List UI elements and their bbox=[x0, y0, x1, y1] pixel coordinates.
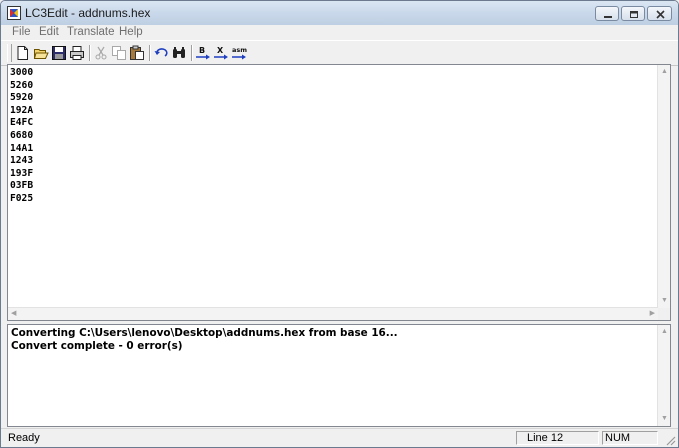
code-line: 193F bbox=[10, 167, 34, 179]
copy-icon bbox=[112, 46, 126, 60]
convert-hex-button[interactable]: X bbox=[212, 44, 230, 62]
cut-button[interactable] bbox=[92, 44, 110, 62]
output-text: Converting C:\Users\lenovo\Desktop\addnu… bbox=[11, 327, 398, 353]
restore-icon bbox=[630, 11, 638, 18]
status-bar: Ready Line 12 NUM bbox=[1, 428, 678, 447]
scroll-left-icon[interactable]: ◀ bbox=[11, 310, 16, 318]
undo-icon bbox=[154, 48, 168, 57]
status-line-number: Line 12 bbox=[516, 431, 599, 445]
editor-vertical-scrollbar[interactable]: ▲ ▼ bbox=[657, 65, 670, 308]
code-line: E4FC bbox=[10, 117, 34, 129]
save-button[interactable] bbox=[50, 44, 68, 62]
scroll-down-icon[interactable]: ▼ bbox=[661, 415, 668, 423]
menu-edit[interactable]: Edit bbox=[39, 26, 59, 38]
new-file-button[interactable] bbox=[14, 44, 32, 62]
convert-binary-button[interactable]: B bbox=[194, 44, 212, 62]
toolbar-grip[interactable] bbox=[7, 44, 12, 62]
title-bar[interactable]: LC3Edit - addnums.hex bbox=[1, 1, 678, 26]
output-line: Convert complete - 0 error(s) bbox=[11, 340, 183, 352]
asm-label: asm bbox=[232, 46, 247, 54]
toolbar-separator bbox=[89, 45, 91, 61]
scroll-down-icon[interactable]: ▼ bbox=[661, 297, 668, 305]
open-folder-icon bbox=[33, 49, 49, 59]
code-line: 5920 bbox=[10, 92, 34, 104]
new-file-icon bbox=[17, 46, 28, 60]
assemble-button[interactable]: asm bbox=[230, 44, 248, 62]
menu-bar: File Edit Translate Help bbox=[1, 25, 678, 40]
menu-help[interactable]: Help bbox=[119, 26, 143, 38]
minimize-button[interactable] bbox=[595, 6, 619, 21]
scroll-corner bbox=[658, 308, 670, 320]
code-line: 14A1 bbox=[10, 142, 34, 154]
app-icon bbox=[7, 6, 21, 20]
print-button[interactable] bbox=[68, 44, 86, 62]
code-line: 5260 bbox=[10, 79, 34, 91]
cut-icon bbox=[95, 46, 107, 60]
copy-button[interactable] bbox=[110, 44, 128, 62]
hex-label: X bbox=[217, 46, 224, 55]
output-vertical-scrollbar[interactable]: ▲ ▼ bbox=[657, 325, 670, 426]
find-button[interactable] bbox=[170, 44, 188, 62]
maximize-button[interactable] bbox=[621, 6, 645, 21]
paste-button[interactable] bbox=[128, 44, 146, 62]
menu-file[interactable]: File bbox=[12, 26, 31, 38]
hex-convert-icon: X bbox=[214, 46, 228, 60]
toolbar-separator bbox=[191, 45, 193, 61]
print-icon bbox=[70, 46, 84, 60]
code-line: 6680 bbox=[10, 129, 34, 141]
minimize-icon bbox=[604, 16, 612, 18]
editor-horizontal-scrollbar[interactable]: ◀ ▶ bbox=[8, 307, 658, 320]
scroll-up-icon[interactable]: ▲ bbox=[661, 68, 668, 76]
toolbar-separator bbox=[149, 45, 151, 61]
binary-label: B bbox=[199, 46, 205, 55]
code-line: 192A bbox=[10, 104, 34, 116]
scroll-right-icon[interactable]: ▶ bbox=[650, 310, 655, 318]
undo-button[interactable] bbox=[152, 44, 170, 62]
code-line: 3000 bbox=[10, 67, 34, 78]
binary-convert-icon: B bbox=[196, 46, 210, 60]
window-title: LC3Edit - addnums.hex bbox=[25, 6, 151, 20]
asm-convert-icon: asm bbox=[232, 46, 247, 60]
close-icon bbox=[656, 10, 665, 19]
paste-icon bbox=[130, 45, 144, 60]
code-line: F025 bbox=[10, 192, 34, 204]
code-text[interactable]: 3000 5260 5920 192A E4FC 6680 14A1 1243 … bbox=[10, 67, 33, 206]
resize-grip-icon[interactable] bbox=[664, 434, 676, 446]
save-icon bbox=[52, 46, 66, 60]
code-line: 03FB bbox=[10, 180, 34, 192]
binoculars-icon bbox=[173, 47, 185, 58]
open-button[interactable] bbox=[32, 44, 50, 62]
menu-translate[interactable]: Translate bbox=[67, 26, 115, 38]
code-line: 1243 bbox=[10, 155, 34, 167]
scroll-up-icon[interactable]: ▲ bbox=[661, 328, 668, 336]
output-pane[interactable]: Converting C:\Users\lenovo\Desktop\addnu… bbox=[7, 324, 671, 427]
close-button[interactable] bbox=[647, 6, 672, 21]
output-line: Converting C:\Users\lenovo\Desktop\addnu… bbox=[11, 327, 398, 339]
status-num-lock: NUM bbox=[602, 431, 658, 445]
toolbar: B X asm bbox=[1, 40, 678, 66]
code-editor[interactable]: 3000 5260 5920 192A E4FC 6680 14A1 1243 … bbox=[7, 64, 671, 321]
app-window: LC3Edit - addnums.hex File Edit Translat… bbox=[0, 0, 679, 448]
status-ready: Ready bbox=[8, 432, 40, 444]
